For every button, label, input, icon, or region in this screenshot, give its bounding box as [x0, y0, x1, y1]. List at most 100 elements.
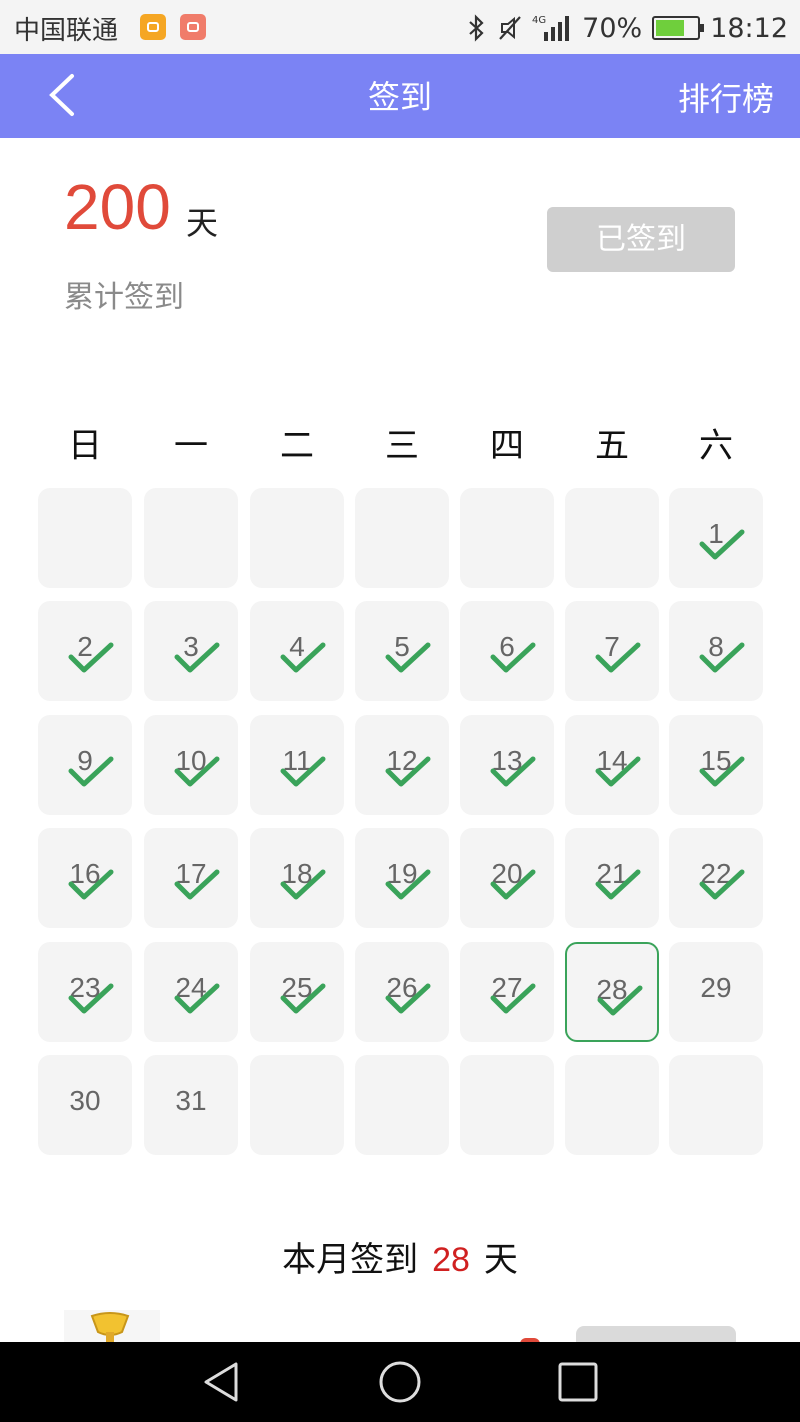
weekday-label: 四 — [490, 426, 524, 466]
clock: 18:12 — [710, 12, 788, 44]
calendar-day[interactable]: 22 — [669, 828, 763, 928]
calendar-day[interactable]: 20 — [460, 828, 554, 928]
status-bar: 中国联通 4G 70% 18:12 — [0, 0, 800, 54]
calendar-day[interactable]: 24 — [144, 942, 238, 1042]
checkmark-icon — [595, 869, 641, 900]
calendar-day[interactable]: 19 — [355, 828, 449, 928]
calendar-day[interactable]: 10 — [144, 715, 238, 815]
calendar-empty-cell — [250, 1055, 344, 1155]
checkmark-icon — [699, 756, 745, 787]
recents-icon[interactable] — [556, 1360, 600, 1404]
calendar-day[interactable]: 26 — [355, 942, 449, 1042]
checkmark-icon — [385, 756, 431, 787]
total-checkin-days: 200 — [64, 171, 171, 243]
system-nav-bar — [0, 1342, 800, 1422]
app-notification-icon — [140, 14, 166, 40]
home-icon[interactable] — [378, 1360, 422, 1404]
calendar-day[interactable]: 1 — [669, 488, 763, 588]
calendar-day[interactable]: 2 — [38, 601, 132, 701]
checkmark-icon — [595, 756, 641, 787]
calendar-day[interactable]: 14 — [565, 715, 659, 815]
month-summary-unit: 天 — [483, 1240, 518, 1280]
calendar-day[interactable]: 8 — [669, 601, 763, 701]
weekday-label: 二 — [280, 426, 314, 466]
calendar-empty-cell — [355, 1055, 449, 1155]
checkmark-icon — [280, 756, 326, 787]
checkmark-icon — [385, 983, 431, 1014]
calendar-empty-cell — [565, 488, 659, 588]
calendar-day[interactable]: 13 — [460, 715, 554, 815]
checkmark-icon — [174, 642, 220, 673]
checkmark-icon — [385, 642, 431, 673]
calendar-day[interactable]: 18 — [250, 828, 344, 928]
reward-item — [64, 1310, 160, 1344]
signed-in-button[interactable]: 已签到 — [547, 207, 735, 272]
calendar-day[interactable]: 21 — [565, 828, 659, 928]
calendar-day[interactable]: 27 — [460, 942, 554, 1042]
nav-bar: 签到 排行榜 — [0, 54, 800, 138]
calendar-empty-cell — [250, 488, 344, 588]
carrier-name: 中国联通 — [14, 16, 119, 46]
bluetooth-icon — [469, 14, 484, 42]
mail-notification-icon — [180, 14, 206, 40]
checkmark-icon — [68, 756, 114, 787]
battery-percent: 70% — [582, 12, 643, 44]
calendar-day[interactable]: 4 — [250, 601, 344, 701]
calendar-day[interactable]: 15 — [669, 715, 763, 815]
checkmark-icon — [280, 983, 326, 1014]
calendar-day[interactable]: 6 — [460, 601, 554, 701]
signal-icon: 4G — [532, 15, 570, 41]
checkmark-icon — [174, 869, 220, 900]
month-summary: 本月签到 28 天 — [0, 1232, 800, 1281]
checkmark-icon — [174, 983, 220, 1014]
day-number: 29 — [700, 972, 732, 1003]
calendar-day[interactable]: 5 — [355, 601, 449, 701]
checkmark-icon — [490, 756, 536, 787]
calendar-empty-cell — [355, 488, 449, 588]
checkmark-icon — [490, 983, 536, 1014]
battery-icon — [652, 16, 705, 40]
day-number: 30 — [69, 1085, 101, 1116]
weekday-label: 五 — [595, 426, 629, 466]
calendar-day[interactable]: 25 — [250, 942, 344, 1042]
calendar-day[interactable]: 11 — [250, 715, 344, 815]
mute-icon — [499, 16, 521, 40]
calendar-day[interactable]: 23 — [38, 942, 132, 1042]
weekday-label: 三 — [385, 426, 419, 466]
checkmark-icon — [385, 869, 431, 900]
svg-text:4G: 4G — [532, 15, 546, 26]
checkmark-icon — [174, 756, 220, 787]
checkmark-icon — [597, 985, 643, 1016]
day-number: 31 — [175, 1085, 207, 1116]
weekday-label: 日 — [68, 426, 102, 466]
calendar-empty-cell — [669, 1055, 763, 1155]
total-checkin-label: 累计签到 — [64, 280, 184, 315]
checkmark-icon — [490, 642, 536, 673]
checkmark-icon — [595, 642, 641, 673]
calendar-day[interactable]: 31 — [144, 1055, 238, 1155]
calendar-day[interactable]: 3 — [144, 601, 238, 701]
calendar-empty-cell — [144, 488, 238, 588]
checkmark-icon — [280, 869, 326, 900]
trophy-icon — [90, 1312, 130, 1342]
calendar-day[interactable]: 17 — [144, 828, 238, 928]
checkmark-icon — [68, 869, 114, 900]
reward-button[interactable] — [576, 1326, 736, 1342]
leaderboard-link[interactable]: 排行榜 — [678, 74, 774, 120]
month-summary-prefix: 本月签到 — [282, 1240, 419, 1280]
checkmark-icon — [280, 642, 326, 673]
calendar-day[interactable]: 7 — [565, 601, 659, 701]
weekday-label: 六 — [699, 426, 733, 466]
calendar-empty-cell — [38, 488, 132, 588]
checkmark-icon — [68, 642, 114, 673]
calendar-day[interactable]: 12 — [355, 715, 449, 815]
calendar-day[interactable]: 9 — [38, 715, 132, 815]
back-icon[interactable] — [200, 1360, 244, 1404]
status-icons: 4G 70% 18:12 — [464, 8, 788, 48]
checkmark-icon — [68, 983, 114, 1014]
calendar-day-today[interactable]: 28 — [565, 942, 659, 1042]
calendar-day[interactable]: 30 — [38, 1055, 132, 1155]
calendar-day[interactable]: 16 — [38, 828, 132, 928]
total-days-unit: 天 — [186, 204, 219, 242]
calendar-day[interactable]: 29 — [669, 942, 763, 1042]
